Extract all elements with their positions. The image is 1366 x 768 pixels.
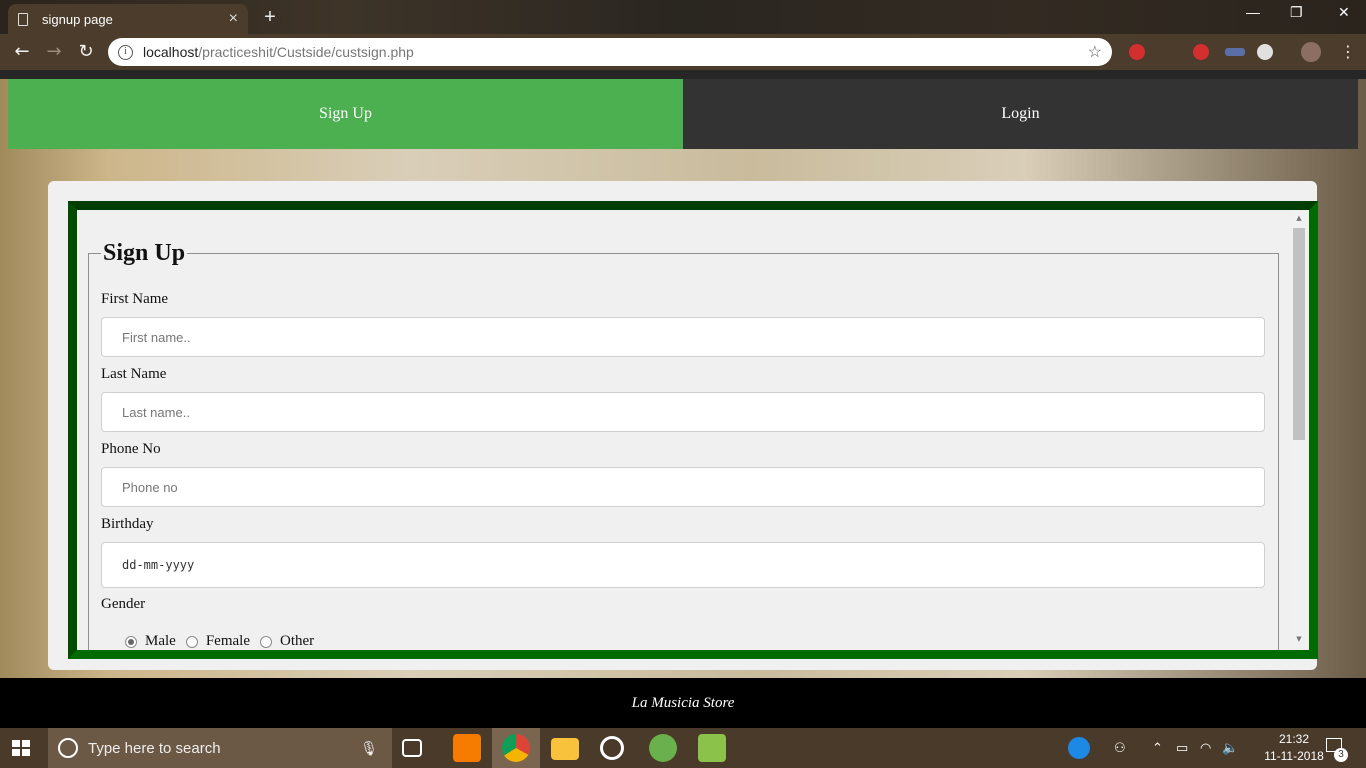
xampp-icon[interactable]: [453, 734, 481, 762]
taskbar-search-placeholder: Type here to search: [88, 739, 221, 757]
signup-frame: Sign Up First Name Last Name Phone No Bi…: [68, 201, 1318, 659]
profile-avatar[interactable]: [1301, 42, 1321, 62]
form-legend: Sign Up: [103, 240, 186, 266]
volume-icon[interactable]: 🔈: [1222, 728, 1238, 768]
scroll-up-arrow-icon[interactable]: ▲: [1292, 214, 1306, 222]
tray-chevron-icon[interactable]: ⌃: [1152, 728, 1163, 768]
first-name-input[interactable]: [101, 317, 1265, 357]
phone-input[interactable]: [101, 467, 1265, 507]
first-name-label: First Name: [101, 291, 169, 307]
gender-female-radio[interactable]: [185, 635, 198, 648]
utorrent-icon[interactable]: [649, 734, 677, 762]
nav-signup-tab[interactable]: Sign Up: [8, 79, 683, 149]
task-view-icon[interactable]: [402, 739, 422, 757]
minimize-icon[interactable]: —: [1246, 4, 1260, 20]
cortana-icon: [58, 738, 78, 758]
site-info-icon[interactable]: i: [118, 44, 133, 60]
clock-time: 21:32: [1278, 732, 1310, 746]
last-name-input[interactable]: [101, 392, 1265, 432]
extension-icon[interactable]: [1225, 48, 1245, 56]
birthday-placeholder: dd-mm-yyyy: [122, 558, 195, 572]
wifi-icon[interactable]: ◠: [1200, 728, 1211, 768]
microphone-icon[interactable]: 🎙: [360, 740, 378, 757]
address-bar[interactable]: i localhost/practiceshit/Custside/custsi…: [108, 38, 1112, 66]
page-top-strip: [0, 70, 1366, 79]
url-host: localhost: [143, 44, 199, 60]
windows-taskbar: Type here to search 🎙 ⚇ ⌃ ▭ ◠ 🔈 21:32 11…: [0, 728, 1366, 768]
people-icon[interactable]: ⚇: [1114, 728, 1126, 768]
chrome-icon[interactable]: [502, 734, 530, 762]
gender-female-label: Female: [205, 633, 250, 649]
notification-badge: 3: [1334, 748, 1348, 762]
restore-icon[interactable]: ❐: [1290, 4, 1303, 21]
groove-music-icon[interactable]: [600, 736, 624, 760]
clock-date: 11-11-2018: [1264, 749, 1324, 763]
form-scrollbar[interactable]: ▲ ▼: [1292, 211, 1306, 647]
extension-shield-icon[interactable]: [1129, 44, 1145, 60]
top-nav: Sign Up Login: [8, 79, 1358, 149]
document-icon: [18, 12, 28, 26]
gender-male-radio[interactable]: [125, 635, 137, 648]
signup-fieldset: Sign Up: [88, 240, 1279, 650]
phone-label: Phone No: [101, 441, 161, 457]
taskbar-search-box[interactable]: Type here to search 🎙: [48, 728, 392, 768]
reload-icon[interactable]: ↻: [74, 40, 98, 64]
close-window-icon[interactable]: ✕: [1338, 4, 1350, 21]
tab-title: signup page: [42, 11, 113, 27]
notepad-plus-icon[interactable]: [698, 734, 726, 762]
birthday-date-input[interactable]: dd-mm-yyyy: [101, 542, 1265, 588]
birthday-label: Birthday: [101, 516, 154, 532]
windows-start-icon[interactable]: [12, 740, 30, 756]
scroll-down-arrow-icon[interactable]: ▼: [1292, 635, 1306, 643]
nav-login-tab[interactable]: Login: [683, 79, 1358, 149]
scrollbar-thumb[interactable]: [1293, 228, 1305, 440]
page-footer: La Musicia Store: [0, 678, 1366, 728]
browser-titlebar: signup page × + — ❐ ✕: [0, 0, 1366, 34]
gender-radio-group: Male Female Other: [125, 633, 324, 650]
battery-icon[interactable]: ▭: [1176, 728, 1188, 768]
last-name-label: Last Name: [101, 366, 167, 382]
footer-text: La Musicia Store: [631, 694, 735, 711]
gender-other-label: Other: [279, 633, 315, 649]
new-tab-button[interactable]: +: [258, 6, 282, 30]
forward-icon[interactable]: →: [42, 40, 66, 64]
file-explorer-icon[interactable]: [551, 738, 579, 760]
adblock-icon[interactable]: [1193, 44, 1209, 60]
browser-toolbar: ← → ↻ i localhost/practiceshit/Custside/…: [0, 34, 1366, 70]
gender-male-label: Male: [145, 633, 176, 649]
bookmark-star-icon[interactable]: ☆: [1088, 42, 1102, 62]
gender-other-radio[interactable]: [259, 635, 272, 648]
browser-tab[interactable]: signup page ×: [8, 4, 248, 34]
help-icon[interactable]: [1068, 737, 1090, 759]
url-path: /practiceshit/Custside/custsign.php: [198, 44, 414, 60]
menu-kebab-icon[interactable]: ⋮: [1336, 40, 1360, 64]
gender-label: Gender: [101, 596, 146, 612]
taskbar-clock[interactable]: 21:32 11-11-2018: [1262, 731, 1326, 765]
extension-face-icon[interactable]: [1257, 44, 1273, 60]
back-icon[interactable]: ←: [10, 40, 34, 64]
tab-close-icon[interactable]: ×: [229, 10, 238, 28]
